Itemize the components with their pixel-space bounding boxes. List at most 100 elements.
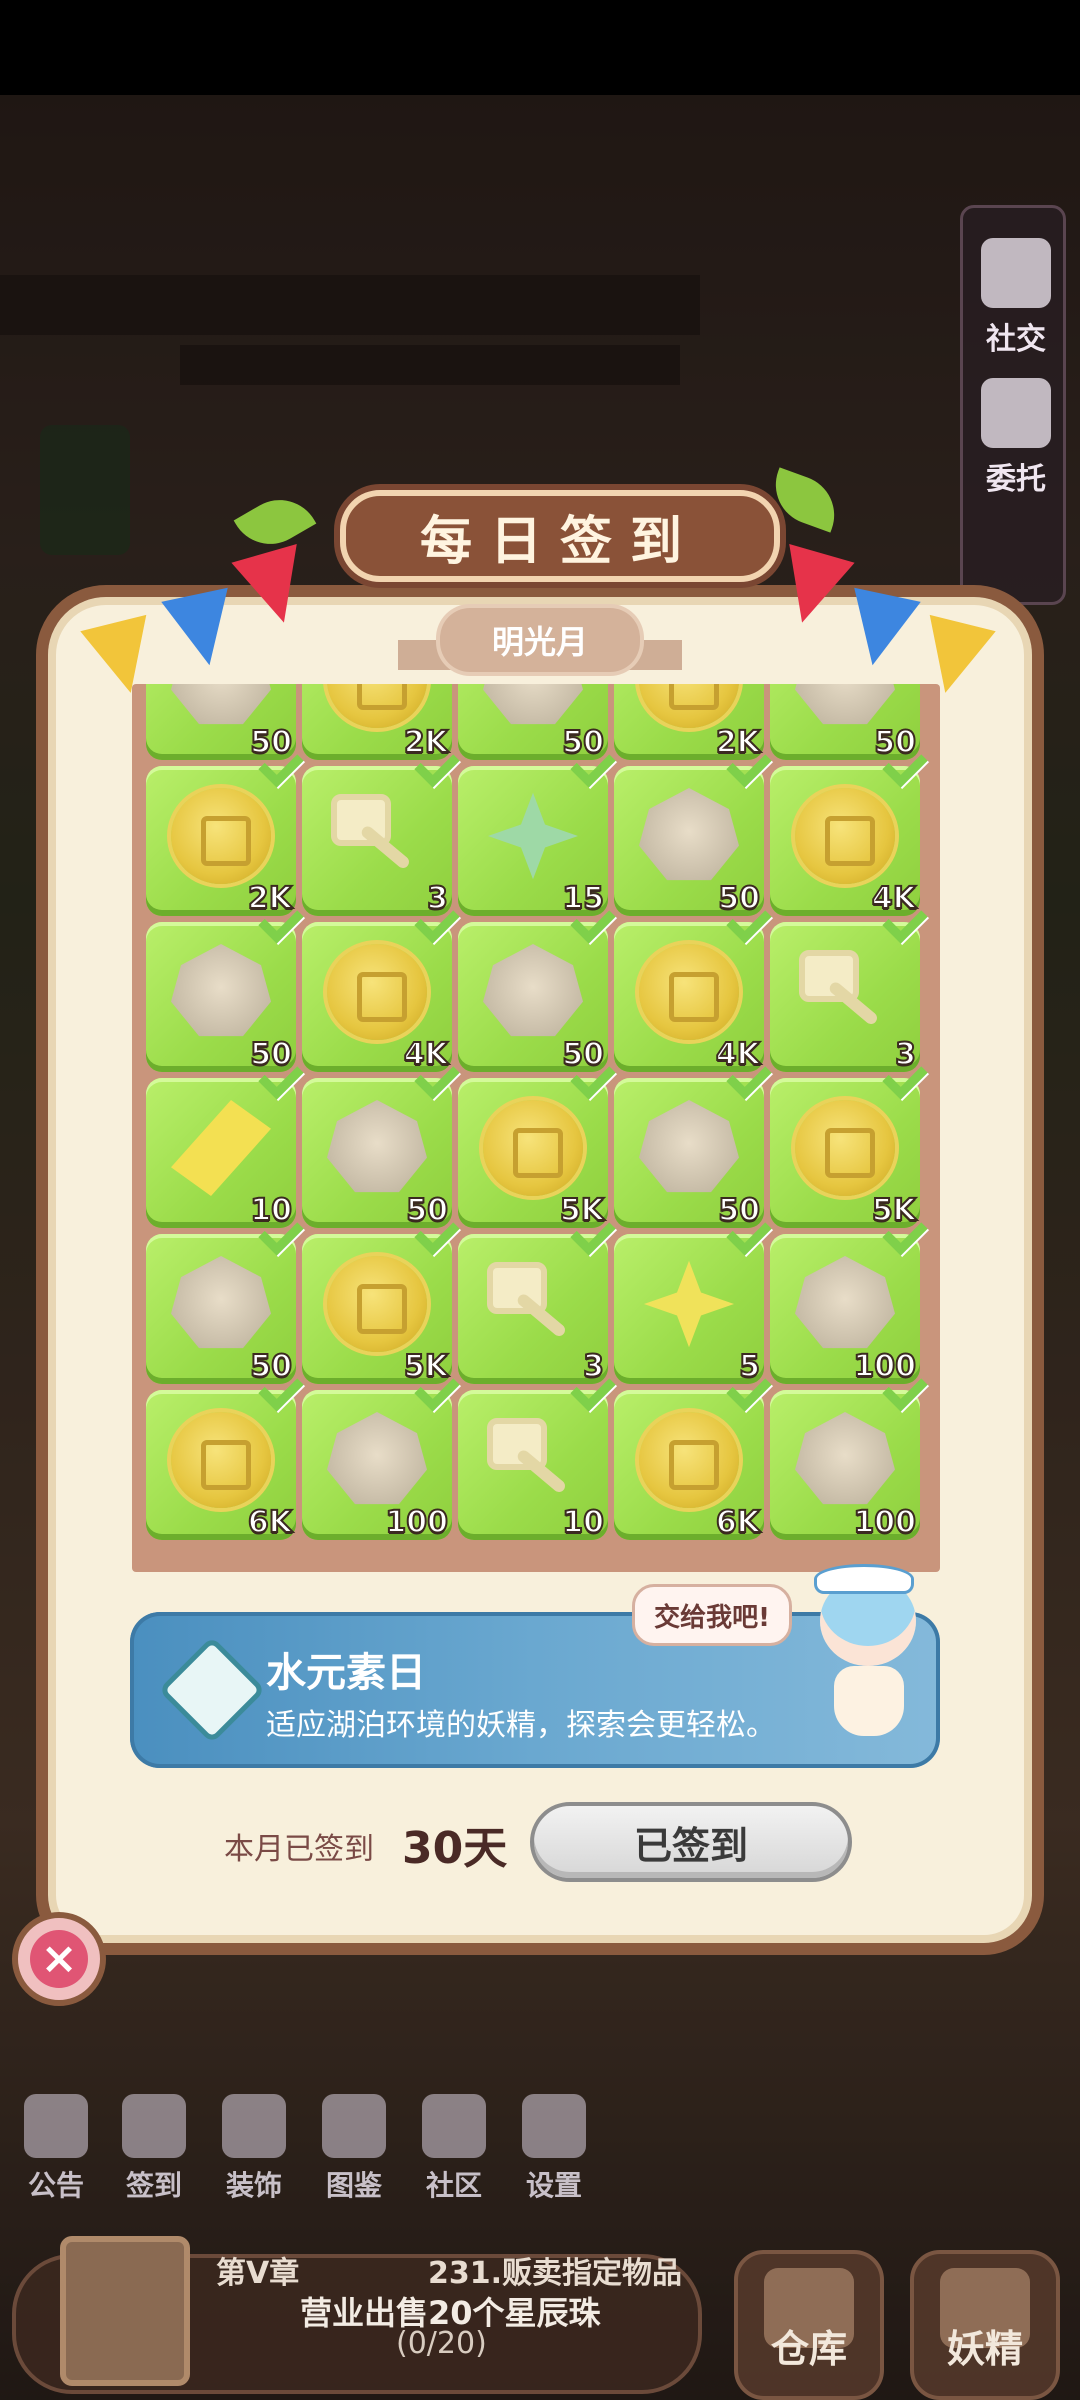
reward-cell[interactable]: 6K	[614, 1366, 772, 1541]
signed-in-button-label: 已签到	[633, 1823, 748, 1868]
month-ribbon: 明光月	[440, 608, 640, 672]
warehouse-label: 仓库	[770, 2327, 847, 2371]
reward-cell[interactable]: 50	[302, 1054, 460, 1229]
signed-in-button[interactable]: 已签到	[530, 1802, 852, 1882]
reward-cell[interactable]: 50	[458, 898, 616, 1073]
month-label: 明光月	[491, 623, 588, 661]
notice-icon	[24, 2094, 88, 2158]
signed-days-count: 30天	[402, 1823, 508, 1874]
quest-book-icon[interactable]	[60, 2236, 190, 2386]
quest-chapter: 第V章	[216, 2256, 300, 2291]
warehouse-button[interactable]: 仓库	[734, 2250, 884, 2400]
reward-cell[interactable]: 50	[614, 1054, 772, 1229]
reward-cell[interactable]: 100	[770, 1366, 928, 1541]
yellow-crystal-icon	[171, 1100, 271, 1196]
toolbar-item-label: 社区	[425, 2169, 482, 2202]
reward-cell[interactable]: 6K	[146, 1366, 304, 1541]
coin-icon	[639, 1412, 739, 1508]
toolbar-item-community[interactable]: 社区	[406, 2090, 502, 2210]
coin-icon	[327, 944, 427, 1040]
toolbar-item-notice[interactable]: 公告	[8, 2090, 104, 2210]
gem-icon	[795, 1412, 895, 1505]
book-icon	[322, 2094, 386, 2158]
reward-cell[interactable]: 3	[302, 742, 460, 917]
reward-cell[interactable]: 5K	[458, 1054, 616, 1229]
reward-cell[interactable]: 50	[146, 1210, 304, 1385]
reward-cell[interactable]: 2K	[146, 742, 304, 917]
quest-task-title: 231.贩卖指定物品	[428, 2256, 683, 2291]
signed-count-label: 本月已签到	[224, 1832, 374, 1867]
side-item-label: 委托	[986, 462, 1046, 497]
toolbar-item-label: 设置	[525, 2169, 582, 2202]
reward-cell[interactable]: 50	[146, 684, 296, 761]
bottom-toolbar: 公告 签到 装饰 图鉴 社区 设置	[0, 2090, 680, 2210]
coin-icon	[639, 684, 739, 728]
reward-cell[interactable]: 15	[458, 742, 616, 917]
reward-quantity: 10	[561, 1504, 605, 1541]
reward-cell[interactable]: 2K	[614, 684, 764, 761]
reward-quantity: 100	[852, 1504, 917, 1541]
calendar-icon	[122, 2094, 186, 2158]
key-icon	[327, 788, 427, 884]
key-icon	[483, 1412, 583, 1508]
coin-icon	[171, 788, 271, 884]
reward-cell[interactable]: 2K	[302, 684, 452, 761]
toolbar-item-handbook[interactable]: 图鉴	[306, 2090, 402, 2210]
coin-icon	[327, 1256, 427, 1352]
commission-icon	[981, 378, 1051, 448]
reward-quantity: 100	[384, 1504, 449, 1541]
reward-cell[interactable]: 100	[302, 1366, 460, 1541]
reward-cell[interactable]: 3	[770, 898, 928, 1073]
fairy-hat	[814, 1564, 914, 1594]
dialog-title-plaque: 每日签到	[340, 490, 780, 582]
gem-icon	[483, 684, 583, 725]
toolbar-item-label: 装饰	[225, 2169, 282, 2202]
yellow-star-icon	[644, 1260, 734, 1348]
fairy-button[interactable]: 妖精	[910, 2250, 1060, 2400]
fairy-character	[800, 1556, 940, 1756]
coin-icon	[483, 1100, 583, 1196]
gem-icon	[795, 1256, 895, 1349]
key-icon	[795, 944, 895, 1040]
reward-cell[interactable]: 4K	[302, 898, 460, 1073]
reward-cell[interactable]: 10	[458, 1366, 616, 1541]
gem-icon	[795, 684, 895, 725]
reward-quantity: 6K	[247, 1504, 293, 1541]
toolbar-item-signin[interactable]: 签到	[106, 2090, 202, 2210]
toolbar-item-decoration[interactable]: 装饰	[206, 2090, 302, 2210]
reward-cell[interactable]: 5K	[302, 1210, 460, 1385]
toolbar-item-label: 图鉴	[325, 2169, 382, 2202]
reward-cell[interactable]: 4K	[614, 898, 772, 1073]
reward-cell[interactable]: 50	[458, 684, 608, 761]
reward-cell[interactable]: 5	[614, 1210, 772, 1385]
reward-cell[interactable]: 100	[770, 1210, 928, 1385]
bunting-flag	[161, 587, 243, 673]
decoration-icon	[222, 2094, 286, 2158]
gem-icon	[171, 684, 271, 725]
gem-icon	[171, 944, 271, 1037]
side-item-commission[interactable]: 委托	[963, 368, 1069, 498]
toolbar-item-settings[interactable]: 设置	[506, 2090, 602, 2210]
gem-icon	[327, 1412, 427, 1505]
side-item-label: 社交	[986, 322, 1046, 357]
dialog-title: 每日签到	[419, 511, 700, 572]
reward-cell[interactable]: 3	[458, 1210, 616, 1385]
gem-icon	[327, 1100, 427, 1193]
reward-grid-frame[interactable]: 50 2K 50 2K 50 2K 3 15 50 4K 50 4K 50 4K 3 10 50 5K 50 5K 50…	[132, 684, 940, 1572]
reward-cell[interactable]: 50	[770, 684, 920, 761]
reward-cell[interactable]: 5K	[770, 1054, 928, 1229]
fairy-label: 妖精	[946, 2327, 1023, 2371]
social-icon	[981, 238, 1051, 308]
gem-icon	[639, 788, 739, 881]
reward-cell[interactable]: 50	[614, 742, 772, 917]
close-button[interactable]: ×	[12, 1912, 106, 2006]
coin-icon	[795, 788, 895, 884]
status-bar	[0, 0, 1080, 95]
reward-cell[interactable]: 10	[146, 1054, 304, 1229]
quest-progress: (0/20)	[396, 2326, 487, 2361]
close-icon: ×	[30, 1930, 88, 1988]
element-day-description: 适应湖泊环境的妖精，探索会更轻松。	[266, 1708, 776, 1743]
reward-cell[interactable]: 50	[146, 898, 304, 1073]
side-item-social[interactable]: 社交	[963, 228, 1069, 358]
reward-cell[interactable]: 4K	[770, 742, 928, 917]
